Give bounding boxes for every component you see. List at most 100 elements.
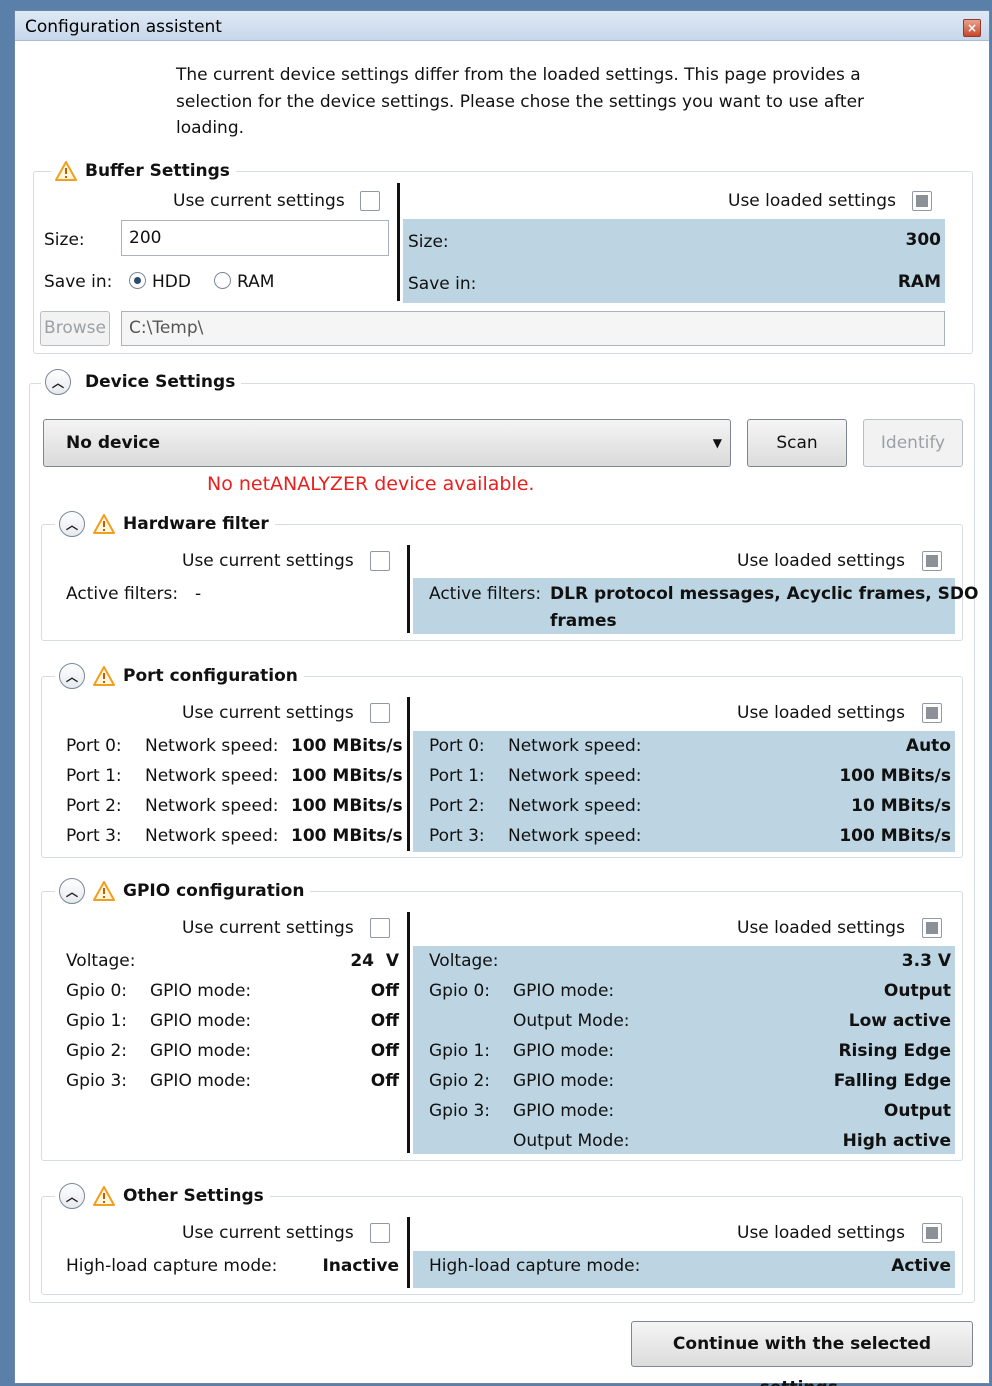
port-current-name: Port 3: <box>66 826 122 846</box>
hw-use-current-label: Use current settings <box>182 551 354 571</box>
port-current-name: Port 2: <box>66 796 122 816</box>
hw-use-loaded-checkbox[interactable] <box>922 551 942 571</box>
other-use-loaded-checkbox[interactable] <box>922 1223 942 1243</box>
gpio-loaded-mode-label: GPIO mode: <box>513 1041 615 1061</box>
buffer-size-label: Size: <box>44 230 85 250</box>
other-settings-title: Other Settings <box>123 1186 264 1206</box>
port-use-loaded-checkbox[interactable] <box>922 703 942 723</box>
port-loaded-name: Port 2: <box>429 796 485 816</box>
buffer-loaded-save-value: RAM <box>897 272 941 292</box>
other-loaded-label: High-load capture mode: <box>429 1256 641 1276</box>
gpio-loaded-name: Gpio 3: <box>429 1101 491 1121</box>
browse-button[interactable]: Browse <box>40 311 110 346</box>
radio-hdd[interactable]: HDD <box>129 272 191 292</box>
port-loaded-speed-label: Network speed: <box>508 766 642 786</box>
buffer-use-loaded-checkbox[interactable] <box>912 191 932 211</box>
radio-ram[interactable]: RAM <box>214 272 274 292</box>
port-current-name: Port 1: <box>66 766 122 786</box>
collapse-chevron-icon[interactable]: ︿ <box>45 369 71 395</box>
buffer-use-current-checkbox[interactable] <box>360 191 380 211</box>
intro-text: The current device settings differ from … <box>176 65 865 138</box>
title-bar[interactable]: Configuration assistent × <box>15 11 989 41</box>
gpio-loaded-voltage-label: Voltage: <box>429 951 499 971</box>
collapse-chevron-icon[interactable]: ︿ <box>59 1183 85 1209</box>
warning-icon <box>55 161 77 181</box>
device-dropdown[interactable]: No device ▼ <box>43 419 731 467</box>
radio-ram-button[interactable] <box>214 272 231 289</box>
gpio-divider <box>407 912 410 1153</box>
hw-loaded-value-line2: frames <box>550 611 617 631</box>
continue-button[interactable]: Continue with the selected settings. <box>631 1321 973 1386</box>
buffer-settings-legend: Buffer Settings <box>51 158 236 184</box>
gpio-current-mode-label: GPIO mode: <box>150 1041 252 1061</box>
gpio-loaded-name: Gpio 2: <box>429 1071 491 1091</box>
radio-hdd-button[interactable] <box>129 272 146 289</box>
gpio-loaded-voltage-value: 3.3 V <box>901 951 951 971</box>
gpio-use-current-checkbox[interactable] <box>370 918 390 938</box>
buffer-size-input[interactable]: 200 <box>121 220 389 256</box>
collapse-chevron-icon[interactable]: ︿ <box>59 663 85 689</box>
port-use-current-checkbox[interactable] <box>370 703 390 723</box>
port-use-loaded-label: Use loaded settings <box>737 703 905 723</box>
port-current-speed-label: Network speed: <box>145 766 279 786</box>
buffer-settings-title: Buffer Settings <box>85 161 230 181</box>
buffer-use-loaded-label: Use loaded settings <box>728 191 896 211</box>
port-current-name: Port 0: <box>66 736 122 756</box>
port-current-speed-label: Network speed: <box>145 796 279 816</box>
port-loaded-name: Port 0: <box>429 736 485 756</box>
port-loaded-name: Port 1: <box>429 766 485 786</box>
buffer-use-current-label: Use current settings <box>173 191 345 211</box>
hw-current-value: - <box>195 584 202 604</box>
gpio-loaded-name: Gpio 1: <box>429 1041 491 1061</box>
gpio-current-mode-label: GPIO mode: <box>150 1011 252 1031</box>
port-loaded-speed-label: Network speed: <box>508 796 642 816</box>
other-use-current-checkbox[interactable] <box>370 1223 390 1243</box>
identify-button[interactable]: Identify <box>863 419 963 467</box>
port-loaded-name: Port 3: <box>429 826 485 846</box>
dropdown-arrow-icon: ▼ <box>712 436 722 450</box>
other-use-current-label: Use current settings <box>182 1223 354 1243</box>
other-divider <box>407 1217 410 1288</box>
gpio-use-loaded-checkbox[interactable] <box>922 918 942 938</box>
hw-divider <box>407 545 410 633</box>
gpio-current-mode-value: Off <box>370 1011 399 1031</box>
warning-icon <box>93 881 115 901</box>
gpio-loaded-mode-value: Rising Edge <box>838 1041 951 1061</box>
device-error-message: No netANALYZER device available. <box>207 473 535 495</box>
hw-loaded-label: Active filters: <box>429 584 542 604</box>
hardware-filter-legend: ︿ Hardware filter <box>55 511 275 537</box>
buffer-divider <box>397 183 400 301</box>
hardware-filter-title: Hardware filter <box>123 514 269 534</box>
other-use-loaded-label: Use loaded settings <box>737 1223 905 1243</box>
other-current-label: High-load capture mode: <box>66 1256 278 1276</box>
buffer-loaded-size-value: 300 <box>905 230 942 250</box>
gpio-current-voltage-value: 24 V <box>350 951 399 971</box>
port-config-legend: ︿ Port configuration <box>55 663 304 689</box>
collapse-chevron-icon[interactable]: ︿ <box>59 878 85 904</box>
gpio-current-mode-value: Off <box>370 981 399 1001</box>
buffer-save-in-label: Save in: <box>44 272 113 292</box>
port-use-current-label: Use current settings <box>182 703 354 723</box>
port-current-speed-label: Network speed: <box>145 736 279 756</box>
collapse-chevron-icon[interactable]: ︿ <box>59 511 85 537</box>
port-current-speed-value: 100 MBits/s <box>291 736 403 756</box>
hw-use-current-checkbox[interactable] <box>370 551 390 571</box>
gpio-current-mode-value: Off <box>370 1041 399 1061</box>
gpio-use-loaded-label: Use loaded settings <box>737 918 905 938</box>
buffer-path-input[interactable]: C:\Temp\ <box>121 311 945 346</box>
gpio-use-current-label: Use current settings <box>182 918 354 938</box>
radio-hdd-label: HDD <box>152 272 191 292</box>
hw-use-loaded-label: Use loaded settings <box>737 551 905 571</box>
gpio-loaded-mode-label: GPIO mode: <box>513 1071 615 1091</box>
port-loaded-speed-label: Network speed: <box>508 826 642 846</box>
buffer-loaded-save-label: Save in: <box>408 274 477 294</box>
window-title: Configuration assistent <box>25 17 222 37</box>
close-icon[interactable]: × <box>963 19 981 37</box>
warning-icon <box>93 666 115 686</box>
port-divider <box>407 697 410 851</box>
gpio-current-mode-label: GPIO mode: <box>150 981 252 1001</box>
device-settings-legend: ︿ Device Settings <box>41 369 242 395</box>
warning-icon <box>93 514 115 534</box>
gpio-loaded-mode-label: GPIO mode: <box>513 981 615 1001</box>
scan-button[interactable]: Scan <box>747 419 847 467</box>
